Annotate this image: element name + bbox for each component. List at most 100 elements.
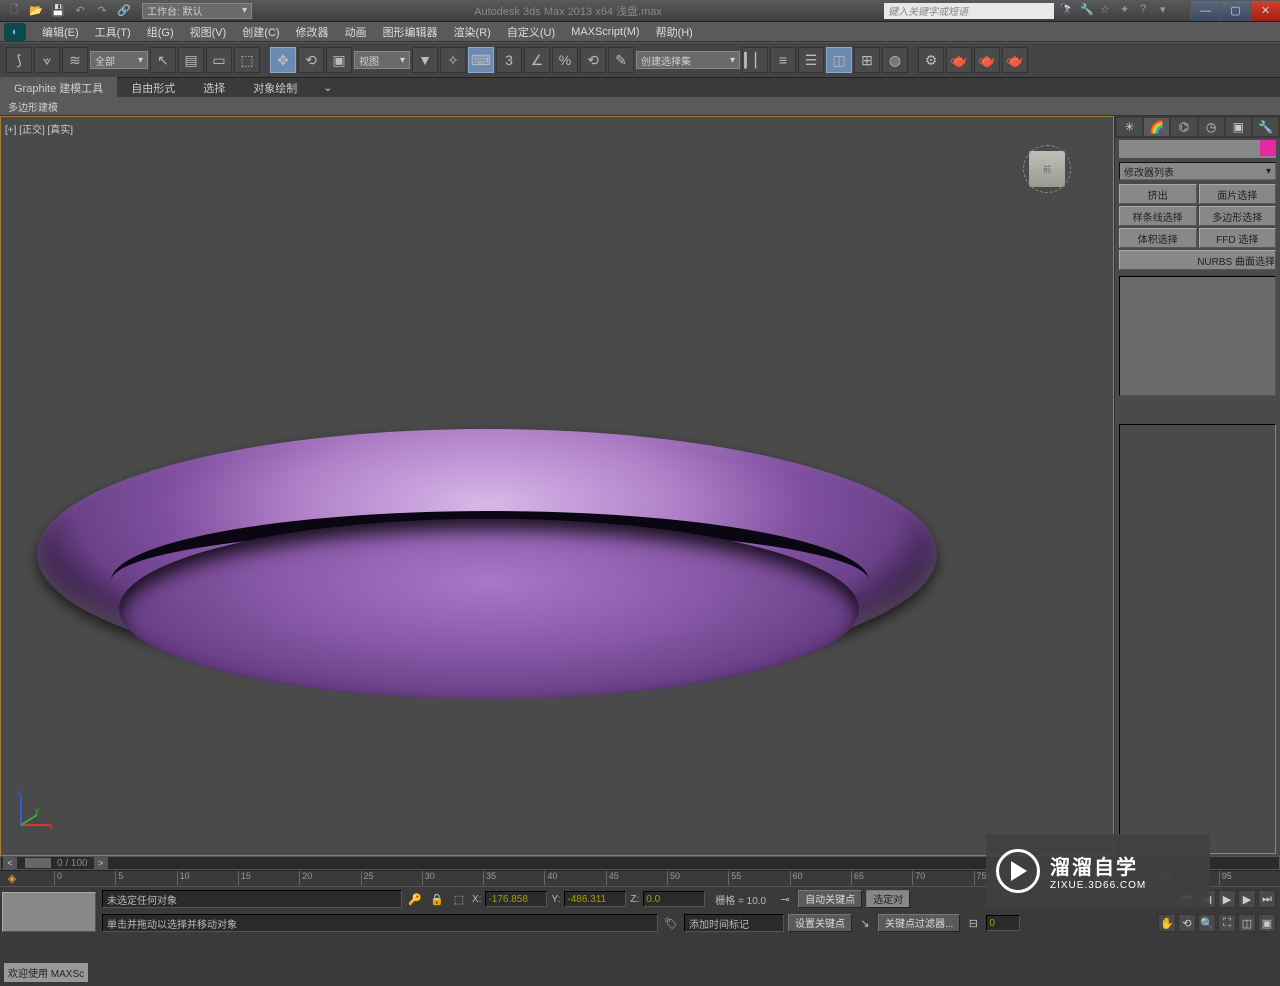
ribbon-tab-paint[interactable]: 对象绘制 — [239, 77, 311, 99]
app-logo-icon[interactable]: ◐ — [4, 23, 26, 41]
layers-icon[interactable]: ☰ — [798, 47, 824, 73]
make-unique-icon[interactable] — [1188, 403, 1206, 419]
star-icon[interactable]: ☆ — [1100, 3, 1116, 19]
z-coord-input[interactable] — [643, 891, 705, 907]
menu-maxscript[interactable]: MAXScript(M) — [563, 24, 647, 40]
undo-icon[interactable]: ↶ — [72, 3, 88, 19]
wrench-icon[interactable]: 🔧 — [1080, 3, 1096, 19]
status-swatch[interactable] — [2, 892, 96, 932]
remove-modifier-icon[interactable] — [1220, 403, 1238, 419]
maxscript-listener[interactable]: 欢迎使用 MAXSc — [4, 963, 88, 982]
modifier-stack[interactable] — [1119, 276, 1276, 396]
play-icon[interactable]: ▶ — [1218, 890, 1236, 908]
schematic-icon[interactable]: ⊞ — [854, 47, 880, 73]
cp-tab-motion-icon[interactable]: ◷ — [1199, 118, 1224, 136]
dropdown-icon[interactable]: ▾ — [1160, 3, 1176, 19]
minimize-button[interactable]: — — [1190, 1, 1220, 21]
save-icon[interactable]: 💾 — [50, 3, 66, 19]
menu-graph-editors[interactable]: 图形编辑器 — [375, 22, 446, 42]
fov-icon[interactable]: ◫ — [1238, 914, 1256, 932]
render-frame-icon[interactable]: 🫖 — [946, 47, 972, 73]
pivot-icon[interactable]: ▼ — [412, 47, 438, 73]
ribbon-tab-freeform[interactable]: 自由形式 — [117, 77, 189, 99]
select-object-icon[interactable]: ↖ — [150, 47, 176, 73]
key-filters-button[interactable]: 关键点过滤器... — [878, 914, 960, 932]
key-lock-icon[interactable]: ⊸ — [776, 890, 794, 908]
link-icon[interactable]: 🔗 — [116, 3, 132, 19]
menu-modifiers[interactable]: 修改器 — [288, 22, 337, 42]
menu-edit[interactable]: 编辑(E) — [34, 22, 87, 42]
ribbon-expand-icon[interactable]: ⌄ — [311, 78, 344, 97]
link-tool-icon[interactable]: ⟆ — [6, 47, 32, 73]
render-prod-icon[interactable]: 🫖 — [974, 47, 1000, 73]
move-tool-icon[interactable]: ✥ — [270, 47, 296, 73]
btn-poly-select[interactable]: 多边形选择 — [1199, 206, 1277, 226]
menu-tools[interactable]: 工具(T) — [87, 22, 139, 42]
btn-extrude[interactable]: 挤出 — [1119, 184, 1197, 204]
maximize-button[interactable]: ▢ — [1220, 1, 1250, 21]
configure-sets-icon[interactable] — [1252, 403, 1270, 419]
align-icon[interactable]: ≡ — [770, 47, 796, 73]
ribbon-tab-select[interactable]: 选择 — [189, 77, 239, 99]
new-file-icon[interactable]: 🗋 — [6, 3, 22, 19]
select-region-rect-icon[interactable]: ▭ — [206, 47, 232, 73]
max-viewport-icon[interactable]: ▣ — [1258, 914, 1276, 932]
ribbon-sub-label[interactable]: 多边形建模 — [8, 99, 58, 114]
modifier-list-dropdown[interactable]: 修改器列表▾ — [1119, 162, 1276, 180]
menu-create[interactable]: 创建(C) — [234, 22, 287, 42]
next-frame-icon[interactable]: ▶ — [1238, 890, 1256, 908]
goto-end-icon[interactable]: ⏭ — [1258, 890, 1276, 908]
cp-tab-display-icon[interactable]: ▣ — [1226, 118, 1251, 136]
angle-snap-icon[interactable]: ∠ — [524, 47, 550, 73]
menu-rendering[interactable]: 渲染(R) — [446, 22, 499, 42]
select-by-name-icon[interactable]: ▤ — [178, 47, 204, 73]
menu-customize[interactable]: 自定义(U) — [499, 22, 563, 42]
cp-tab-hierarchy-icon[interactable]: ⌬ — [1171, 118, 1196, 136]
auto-key-button[interactable]: 自动关键点 — [798, 890, 862, 908]
viewport[interactable]: [+] [正交] [真实] 前 z x y — [0, 116, 1114, 856]
time-next-icon[interactable]: > — [94, 857, 108, 869]
menu-views[interactable]: 视图(V) — [182, 22, 235, 42]
timeline-key-icon[interactable]: ◈ — [0, 871, 24, 885]
cp-tab-modify-icon[interactable]: 🌈 — [1144, 118, 1169, 136]
keyboard-shortcut-icon[interactable]: ⌨ — [468, 47, 494, 73]
btn-nurbs-surf-select[interactable]: NURBS 曲面选择 — [1119, 250, 1276, 270]
btn-ffd-select[interactable]: FFD 选择 — [1199, 228, 1277, 248]
edit-named-sel-icon[interactable]: ✎ — [608, 47, 634, 73]
ribbon-tab-graphite[interactable]: Graphite 建模工具 — [0, 77, 117, 99]
object-color-swatch[interactable] — [1260, 140, 1276, 156]
time-prev-icon[interactable]: < — [3, 857, 17, 869]
manipulate-icon[interactable]: ✧ — [440, 47, 466, 73]
select-window-icon[interactable]: ⬚ — [234, 47, 260, 73]
cp-tab-utilities-icon[interactable]: 🔧 — [1253, 118, 1278, 136]
lock-icon[interactable]: 🔒 — [428, 890, 446, 908]
current-frame-input[interactable] — [986, 915, 1020, 931]
object-name-field[interactable] — [1119, 140, 1276, 158]
menu-animation[interactable]: 动画 — [337, 22, 375, 42]
btn-spline-select[interactable]: 样条线选择 — [1119, 206, 1197, 226]
set-key-button[interactable]: 设置关键点 — [788, 914, 852, 932]
bind-space-icon[interactable]: ≋ — [62, 47, 88, 73]
search-input[interactable]: 键入关键字或短语 — [884, 3, 1054, 19]
key-filters-icon[interactable]: ↘ — [856, 914, 874, 932]
star2-icon[interactable]: ✦ — [1120, 3, 1136, 19]
menu-group[interactable]: 组(G) — [139, 22, 182, 42]
y-coord-input[interactable] — [564, 891, 626, 907]
menu-help[interactable]: 帮助(H) — [648, 22, 701, 42]
mirror-icon[interactable]: ▎▏ — [742, 47, 768, 73]
spinner-snap-icon[interactable]: ⟲ — [580, 47, 606, 73]
help-icon[interactable]: ? — [1140, 3, 1156, 19]
named-selection-dropdown[interactable]: 创建选择集▾ — [636, 51, 740, 69]
add-time-tag[interactable]: 添加时间标记 — [684, 914, 784, 932]
render-setup-icon[interactable]: ⚙ — [918, 47, 944, 73]
workspace-dropdown[interactable]: 工作台: 默认▾ — [142, 3, 252, 19]
viewport-label[interactable]: [+] [正交] [真实] — [5, 121, 73, 136]
btn-face-select[interactable]: 面片选择 — [1199, 184, 1277, 204]
selection-filter-dropdown[interactable]: 全部▾ — [90, 51, 148, 69]
zoom-icon[interactable]: 🔍 — [1198, 914, 1216, 932]
curve-editor-icon[interactable]: ◫ — [826, 47, 852, 73]
rollout-area[interactable] — [1119, 424, 1276, 854]
isolate-icon[interactable]: ⬚ — [450, 890, 468, 908]
reference-coord-dropdown[interactable]: 视图▾ — [354, 51, 410, 69]
pin-stack-icon[interactable] — [1125, 403, 1143, 419]
